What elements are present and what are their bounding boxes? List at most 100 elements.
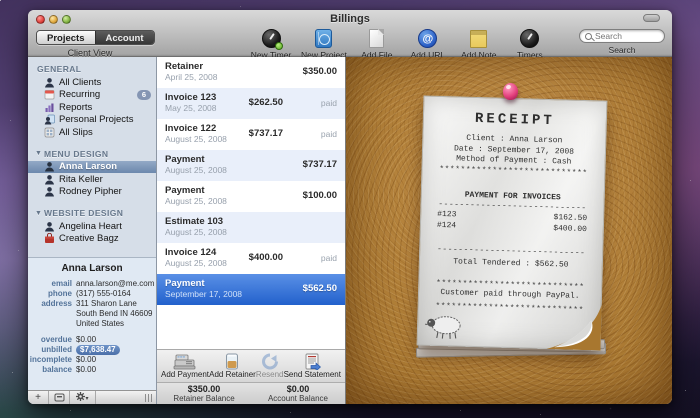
client-name: Anna Larson (28, 263, 156, 274)
sidebar-footer: + ▾ (28, 390, 156, 404)
paid-status: paid (321, 129, 337, 139)
search-label: Search (579, 45, 665, 55)
recurring-count-badge: 6 (137, 90, 151, 100)
window-title: Billings (28, 13, 672, 25)
toolbar: Projects Account Client View New Timer N… (28, 27, 672, 57)
red-bag-icon (44, 233, 55, 244)
ledger-row-retainer[interactable]: Retainer April 25, 2008 $350.00 (157, 57, 345, 88)
sidebar-item-personal-projects[interactable]: Personal Projects (28, 114, 156, 127)
window-chrome: Billings Projects Account Client View Ne… (28, 10, 672, 57)
titlebar[interactable]: Billings (28, 10, 672, 27)
page-curl (542, 303, 601, 351)
client-address-row: address 311 Sharon Lane (28, 299, 156, 309)
new-project-button[interactable]: New Project (301, 27, 347, 60)
toolbar-buttons: New Timer New Project Add File @ Add URL… (250, 27, 551, 60)
cash-register-icon (173, 352, 197, 370)
section-general: GENERAL (28, 61, 156, 76)
sidebar-item-rita-keller[interactable]: Rita Keller (28, 173, 156, 186)
page-icon (366, 28, 387, 49)
add-file-button[interactable]: Add File (356, 27, 398, 60)
action-box-button[interactable] (49, 391, 70, 404)
client-unbilled-row: unbilled $7,638.47 (28, 345, 156, 355)
sidebar-item-angelina-heart[interactable]: Angelina Heart (28, 220, 156, 233)
cork-board: RECEIPT Client : Anna Larson Date : Sept… (346, 57, 672, 404)
sidebar-item-recurring[interactable]: Recurring 6 (28, 89, 156, 102)
ledger-row-estimate-103[interactable]: Estimate 103 August 25, 2008 (157, 212, 345, 243)
client-address-row3: United States (28, 319, 156, 329)
section-menu-design[interactable]: ▼ MENU DESIGN (28, 146, 156, 161)
statement-icon (304, 352, 321, 370)
sidebar-item-creative-bagz[interactable]: Creative Bagz (28, 233, 156, 246)
calendar-icon (44, 89, 55, 100)
ledger-row-payment-2[interactable]: Payment August 25, 2008 $100.00 (157, 181, 345, 212)
add-note-button[interactable]: Add Note (458, 27, 500, 60)
ledger-empty-area (157, 305, 345, 349)
ledger-list: Retainer April 25, 2008 $350.00 Invoice … (157, 57, 345, 305)
sheep-doodle-icon (424, 311, 467, 340)
disclosure-triangle-icon[interactable]: ▼ (35, 210, 42, 217)
resize-grip-icon[interactable] (145, 394, 154, 402)
pushpin-icon (501, 83, 521, 107)
timer-icon (519, 28, 540, 49)
tab-account[interactable]: Account (95, 31, 154, 44)
balances-bar: $350.00 Retainer Balance $0.00 Account B… (157, 382, 345, 404)
add-payment-button[interactable]: Add Payment (161, 352, 209, 382)
retainer-balance: $350.00 Retainer Balance (157, 383, 251, 404)
client-card: Anna Larson email anna.larson@me.com pho… (28, 257, 156, 390)
unbilled-badge: $7,638.47 (76, 345, 120, 355)
new-timer-button[interactable]: New Timer (250, 27, 292, 60)
paid-status: paid (321, 253, 337, 263)
tab-projects[interactable]: Projects (37, 31, 95, 44)
ledger-row-invoice-124[interactable]: Invoice 124 August 25, 2008 $400.00 paid (157, 243, 345, 274)
ledger-row-invoice-122[interactable]: Invoice 122 August 25, 2008 $737.17 paid (157, 119, 345, 150)
toolbar-toggle-button[interactable] (643, 14, 660, 22)
person-icon (44, 174, 55, 185)
sidebar: GENERAL All Clients Recurring 6 Reports … (28, 57, 157, 404)
add-url-button[interactable]: @ Add URL (407, 27, 449, 60)
window-content: GENERAL All Clients Recurring 6 Reports … (28, 57, 672, 404)
add-retainer-button[interactable]: Add Retainer (209, 352, 256, 382)
sidebar-item-reports[interactable]: Reports (28, 101, 156, 114)
section-website-design[interactable]: ▼ WEBSITE DESIGN (28, 205, 156, 220)
person-icon (44, 161, 55, 172)
add-client-button[interactable]: + (28, 391, 49, 404)
send-statement-button[interactable]: Send Statement (284, 352, 341, 382)
play-badge-icon (275, 42, 283, 50)
sidebar-item-anna-larson[interactable]: Anna Larson (28, 161, 156, 174)
disclosure-triangle-icon[interactable]: ▼ (35, 150, 42, 157)
retainer-jar-icon (225, 352, 239, 370)
ledger-row-payment-selected[interactable]: Payment September 17, 2008 $562.50 (157, 274, 345, 305)
sidebar-item-all-slips[interactable]: All Slips (28, 126, 156, 139)
timers-button[interactable]: Timers (509, 27, 551, 60)
client-balance-row: balance $0.00 (28, 365, 156, 375)
desktop-stars (0, 0, 1, 1)
person-doc-icon (44, 114, 55, 125)
timer-icon (261, 28, 282, 49)
search-input[interactable] (595, 31, 661, 41)
person-icon (44, 221, 55, 232)
client-email-row: email anna.larson@me.com (28, 279, 156, 289)
client-phone-row: phone (317) 555-0164 (28, 289, 156, 299)
paid-status: paid (321, 98, 337, 108)
sidebar-item-rodney-pipher[interactable]: Rodney Pipher (28, 186, 156, 199)
search-icon (585, 33, 592, 40)
ledger-panel: Retainer April 25, 2008 $350.00 Invoice … (157, 57, 346, 404)
receipt-total-line: Total Tendered : $562.50 (420, 256, 602, 272)
source-list: GENERAL All Clients Recurring 6 Reports … (28, 57, 156, 257)
resend-arrow-icon (261, 352, 279, 370)
slips-icon (44, 127, 55, 138)
receipt-title: RECEIPT (424, 110, 606, 131)
sidebar-item-all-clients[interactable]: All Clients (28, 76, 156, 89)
gear-menu-button[interactable]: ▾ (70, 391, 96, 404)
ledger-row-payment-1[interactable]: Payment August 25, 2008 $737.17 (157, 150, 345, 181)
sticky-note-icon (468, 28, 489, 49)
resend-button[interactable]: Resend (256, 352, 284, 382)
account-balance: $0.00 Account Balance (251, 383, 345, 404)
person-icon (44, 77, 55, 88)
search-area: Search (579, 29, 665, 55)
view-tabs: Projects Account (36, 30, 155, 45)
search-field[interactable] (579, 29, 665, 43)
ledger-row-invoice-123[interactable]: Invoice 123 May 25, 2008 $262.50 paid (157, 88, 345, 119)
client-overdue-row: overdue $0.00 (28, 335, 156, 345)
receipt[interactable]: RECEIPT Client : Anna Larson Date : Sept… (417, 95, 608, 350)
